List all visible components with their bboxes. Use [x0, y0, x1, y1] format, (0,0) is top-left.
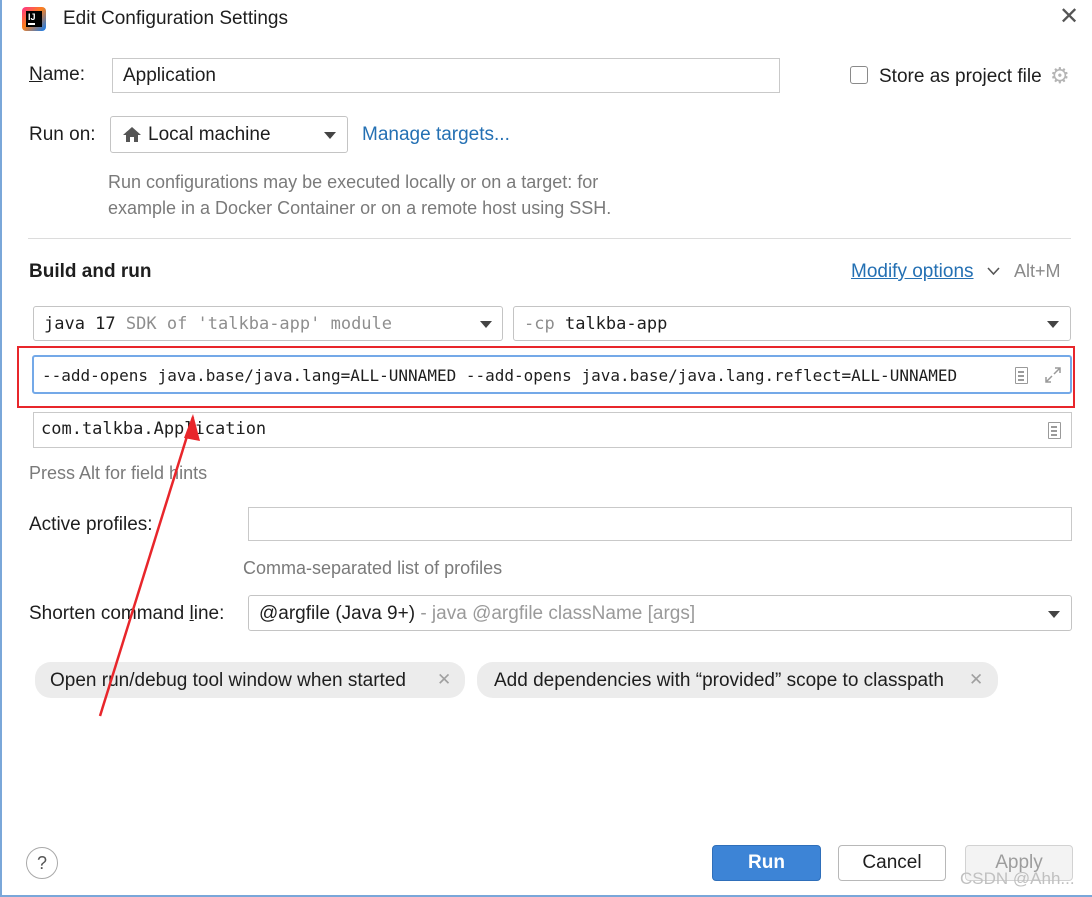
watermark: CSDN @Ahh...	[960, 869, 1075, 888]
run-button[interactable]: Run	[712, 845, 821, 881]
annotation-arrow	[98, 414, 200, 717]
cancel-button[interactable]: Cancel	[838, 845, 946, 881]
help-icon[interactable]: ?	[26, 847, 58, 879]
